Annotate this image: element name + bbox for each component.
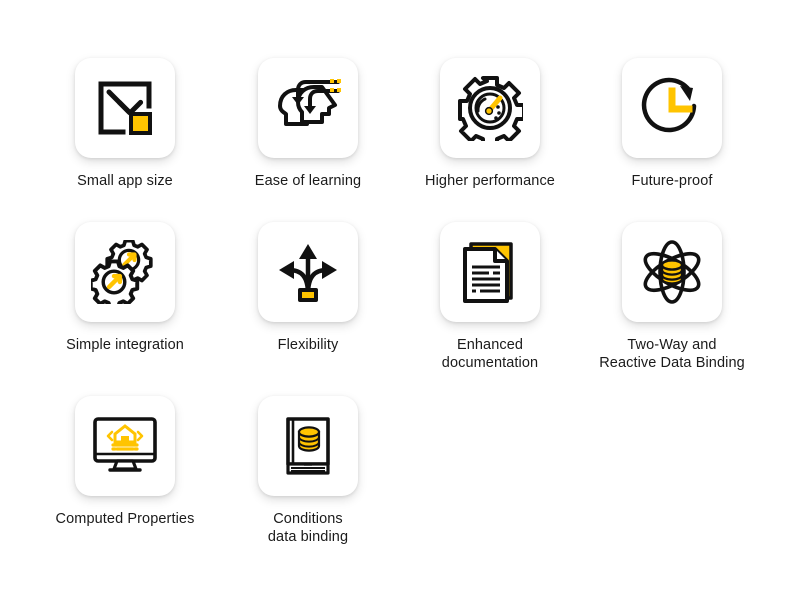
feature-label: Computed Properties (55, 511, 195, 527)
features-grid: Small app size Ease of learning Higher p… (0, 0, 800, 609)
monitor-code-house-icon (91, 415, 159, 477)
icon-card[interactable] (75, 222, 175, 322)
feature-label: Ease of learning (254, 173, 362, 189)
feature-label: Enhanced documentation (441, 337, 539, 371)
atom-database-icon (639, 239, 705, 305)
book-database-icon (280, 414, 336, 478)
feature-item-future-proof[interactable]: Future-proof (581, 58, 763, 190)
stacked-documents-icon (459, 239, 521, 305)
feature-item-higher-performance[interactable]: Higher performance (399, 58, 581, 190)
feature-item-simple-integration[interactable]: Simple integration (34, 222, 216, 354)
two-gears-arrows-icon (91, 240, 159, 304)
feature-label: Simple integration (66, 337, 184, 353)
feature-item-ease-of-learning[interactable]: Ease of learning (217, 58, 399, 190)
feature-label: Two-Way and Reactive Data Binding (599, 337, 745, 371)
icon-card[interactable] (75, 58, 175, 158)
icon-card[interactable] (440, 58, 540, 158)
clock-refresh-icon (640, 76, 704, 140)
icon-card[interactable] (622, 58, 722, 158)
feature-label: Future-proof (631, 173, 713, 189)
feature-label: Small app size (77, 173, 173, 189)
icon-card[interactable] (75, 396, 175, 496)
icon-card[interactable] (258, 58, 358, 158)
feature-item-flexibility[interactable]: Flexibility (217, 222, 399, 354)
feature-label: Flexibility (277, 337, 339, 353)
icon-card[interactable] (622, 222, 722, 322)
three-way-arrows-icon (275, 240, 341, 304)
feature-item-two-way-reactive-data-binding[interactable]: Two-Way and Reactive Data Binding (581, 222, 763, 372)
feature-label: Conditions data binding (267, 511, 349, 545)
two-heads-knowledge-transfer-icon (274, 76, 342, 140)
icon-card[interactable] (258, 396, 358, 496)
feature-item-enhanced-documentation[interactable]: Enhanced documentation (399, 222, 581, 372)
icon-card[interactable] (440, 222, 540, 322)
feature-item-conditions-data-binding[interactable]: Conditions data binding (217, 396, 399, 546)
gear-speedometer-icon (457, 75, 523, 141)
icon-card[interactable] (258, 222, 358, 322)
feature-label: Higher performance (425, 173, 555, 189)
feature-item-small-app-size[interactable]: Small app size (34, 58, 216, 190)
resize-down-right-square-icon (93, 76, 157, 140)
feature-item-computed-properties[interactable]: Computed Properties (34, 396, 216, 528)
